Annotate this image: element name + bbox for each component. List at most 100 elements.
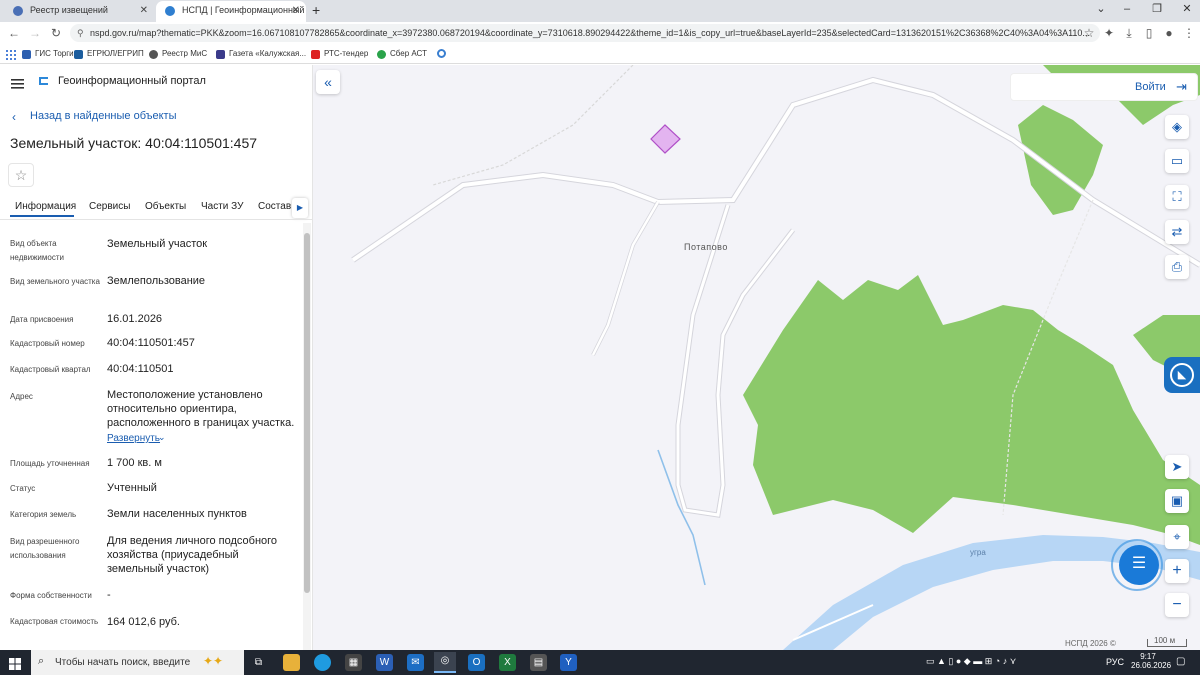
bookmark-label: РТС-тендер	[324, 49, 369, 58]
taskbar-search-box[interactable]: ⌕ Чтобы начать поиск, введите ✦✦	[31, 650, 244, 675]
sidepanel-icon[interactable]: ▯	[1140, 24, 1158, 42]
task-view-icon[interactable]: ⧉	[250, 654, 267, 671]
hamburger-menu-icon[interactable]	[11, 76, 24, 89]
field-label: Форма собственности	[10, 591, 92, 600]
bookmark-favicon-icon	[149, 50, 158, 59]
calculator-icon[interactable]: ▤	[530, 654, 547, 671]
url-text: nspd.gov.ru/map?thematic=PKK&zoom=16.067…	[90, 28, 1090, 38]
map-canvas[interactable]: Потапово угра « Войти ⇥ ◈ ▭ ⛶ ⇄ ⎙ ◣ ➤ ▣ …	[313, 65, 1200, 650]
zoom-in-button[interactable]: +	[1165, 559, 1189, 583]
download-icon[interactable]: ⤓	[1120, 24, 1138, 42]
field-label: Дата присвоения	[10, 315, 74, 324]
minimap-icon[interactable]: ▣	[1165, 489, 1189, 513]
globe-icon[interactable]	[437, 49, 446, 58]
map-attribution: НСПД 2026 ©	[1065, 639, 1116, 648]
field-value: 164 012,6 руб.	[107, 616, 180, 628]
tab-parts[interactable]: Части ЗУ	[201, 201, 243, 212]
bookmark-item[interactable]: Реестр МиС	[149, 47, 207, 61]
file-explorer-icon[interactable]	[283, 654, 300, 671]
clock[interactable]: 9:17 26.06.2026	[1131, 652, 1171, 670]
windows-start-icon[interactable]	[9, 657, 21, 670]
field-value: Для ведения личного подсобного хозяйства…	[107, 535, 278, 575]
tab-objects[interactable]: Объекты	[145, 201, 186, 212]
profile-avatar[interactable]: ●	[1160, 24, 1178, 42]
apps-icon[interactable]	[6, 47, 16, 60]
back-icon[interactable]: ←	[5, 24, 23, 42]
back-to-results-link[interactable]: Назад в найденные объекты	[30, 110, 177, 122]
yandex-icon[interactable]: Y	[560, 654, 577, 671]
login-icon: ⇥	[1176, 79, 1187, 94]
ruler-icon[interactable]: ▭	[1165, 149, 1189, 173]
forward-icon[interactable]: →	[26, 24, 44, 42]
tab-services[interactable]: Сервисы	[89, 201, 130, 212]
bookmark-item[interactable]: РТС-тендер	[311, 47, 368, 61]
field-value: 1 700 кв. м	[107, 457, 162, 469]
outlook-icon[interactable]: O	[468, 654, 485, 671]
object-title: Земельный участок: 40:04:110501:457	[10, 135, 258, 151]
bookmark-item[interactable]: Сбер АСТ	[377, 47, 427, 61]
store-icon[interactable]: ▦	[345, 654, 362, 671]
bookmark-item[interactable]: ГИС Торги	[22, 47, 74, 61]
chrome-icon[interactable]: ◎	[434, 652, 456, 673]
scrollbar-thumb[interactable]	[304, 233, 310, 593]
print-icon[interactable]: ⎙	[1165, 255, 1189, 279]
browser-tab-2[interactable]: НСПД | Геоинформационный п ✕	[156, 1, 306, 22]
road	[591, 200, 660, 356]
back-chevron-icon[interactable]: ‹	[12, 110, 16, 124]
bookmarks-bar: ГИС Торги ЕГРЮЛ/ЕГРИП Реестр МиС Газета …	[0, 44, 1200, 64]
restore-button[interactable]: ❐	[1142, 0, 1172, 20]
search-icon: ⌕	[38, 655, 45, 667]
edge-icon[interactable]	[314, 654, 331, 671]
favorite-star-icon[interactable]: ☆	[8, 163, 34, 187]
chat-button[interactable]: ☰	[1119, 545, 1159, 585]
menu-kebab-icon[interactable]: ⋮	[1180, 24, 1198, 42]
tab-information[interactable]: Информация	[15, 201, 76, 212]
windows-taskbar: ⌕ Чтобы начать поиск, введите ✦✦ ⧉ ▦ W ✉…	[0, 650, 1200, 675]
minimize-button[interactable]: –	[1112, 0, 1142, 20]
chevron-down-icon[interactable]: ⌄	[158, 432, 166, 443]
location-pin-icon[interactable]: ⌖	[1165, 525, 1189, 549]
word-icon[interactable]: W	[376, 654, 393, 671]
extensions-icon[interactable]: ✦	[1100, 24, 1118, 42]
river-label: угра	[970, 548, 986, 557]
close-tab-icon[interactable]: ✕	[140, 1, 148, 20]
geolocation-icon[interactable]: ➤	[1165, 455, 1189, 479]
object-info-panel: Геоинформационный портал ‹ Назад в найде…	[0, 65, 313, 650]
tabs-scroll-right-icon[interactable]: ▶	[292, 198, 308, 218]
divider	[0, 219, 312, 220]
tray-icons[interactable]: ▭ ▲ ▯ ● ◆ ▬ ⊞ ◔ ♪ ⋎	[926, 656, 1016, 667]
bookmark-item[interactable]: ЕГРЮЛ/ЕГРИП	[74, 47, 144, 61]
field-value: -	[107, 589, 111, 601]
expand-link[interactable]: Развернуть	[107, 433, 160, 444]
tab-composition[interactable]: Состав	[258, 201, 291, 212]
reload-icon[interactable]: ↻	[47, 24, 65, 42]
zoom-out-button[interactable]: −	[1165, 593, 1189, 617]
language-indicator[interactable]: РУС	[1106, 657, 1124, 667]
field-label: Статус	[10, 484, 36, 493]
notifications-icon[interactable]: ▢	[1176, 656, 1185, 667]
close-tab-icon[interactable]: ✕	[292, 1, 300, 20]
new-tab-button[interactable]: +	[312, 2, 320, 18]
bookmark-star-icon[interactable]: ☆	[1080, 24, 1098, 42]
site-info-icon[interactable]: ⚲	[77, 24, 84, 42]
bookmark-favicon-icon	[216, 50, 225, 59]
bookmark-favicon-icon	[22, 50, 31, 59]
bookmark-favicon-icon	[74, 50, 83, 59]
assistant-tab-button[interactable]: ◣	[1164, 357, 1200, 393]
collapse-panel-button[interactable]: «	[316, 70, 340, 94]
excel-icon[interactable]: X	[499, 654, 516, 671]
login-button[interactable]: Войти ⇥	[1010, 73, 1198, 101]
tab-title: Реестр извещений	[30, 5, 108, 15]
close-window-button[interactable]: ✕	[1172, 0, 1200, 20]
field-value: 16.01.2026	[107, 313, 163, 325]
browser-tab-1[interactable]: Реестр извещений ✕	[4, 1, 154, 22]
portal-title: Геоинформационный портал	[58, 75, 206, 87]
address-bar[interactable]: ⚲ nspd.gov.ru/map?thematic=PKK&zoom=16.0…	[70, 24, 1100, 42]
share-icon[interactable]: ⇄	[1165, 220, 1189, 244]
layers-icon[interactable]: ◈	[1165, 115, 1189, 139]
map-svg	[351, 65, 1200, 650]
mail-icon[interactable]: ✉	[407, 654, 424, 671]
portal-logo-icon	[37, 74, 51, 88]
area-select-icon[interactable]: ⛶	[1165, 185, 1189, 209]
bookmark-item[interactable]: Газета «Калужская...	[216, 47, 306, 61]
